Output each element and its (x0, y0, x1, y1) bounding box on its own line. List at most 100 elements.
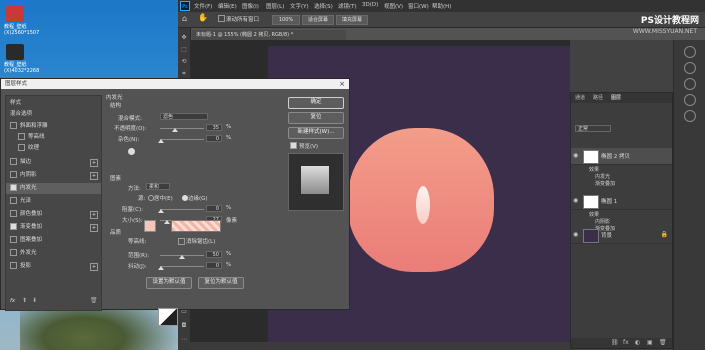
close-icon[interactable]: × (339, 79, 345, 89)
style-item-outer-glow[interactable]: 外发光 (6, 248, 101, 259)
move-up-icon[interactable]: ⬆ (22, 297, 27, 304)
blend-options-item[interactable]: 混合选项 (6, 109, 105, 120)
choke-field[interactable]: 0 (206, 205, 222, 212)
swatches-panel-icon[interactable] (684, 62, 696, 74)
size-slider-knob[interactable] (164, 220, 170, 224)
layer-row[interactable]: ◉ 椭圆 1 (571, 193, 672, 210)
layer-name[interactable]: 背景 (601, 231, 612, 239)
trash-icon[interactable]: 🗑 (659, 339, 667, 346)
styles-header[interactable]: 样式 (6, 98, 105, 109)
checkbox[interactable] (10, 122, 17, 129)
add-icon[interactable]: + (90, 159, 98, 167)
layer-row[interactable]: ◉ 背景 🔒 (571, 227, 672, 244)
checkbox[interactable] (18, 133, 25, 140)
hand-tool-icon[interactable]: ✋ (198, 13, 208, 22)
lasso-tool-icon[interactable]: ⟲ (180, 58, 188, 66)
style-item-pattern-overlay[interactable]: 图案叠加 (6, 235, 101, 246)
reset-default-button[interactable]: 复位为默认值 (198, 277, 244, 289)
fx-icon[interactable]: fx (623, 339, 629, 346)
opacity-slider-track[interactable] (160, 128, 204, 129)
move-down-icon[interactable]: ⬇ (32, 297, 37, 304)
link-layers-icon[interactable]: ⛓ (611, 339, 619, 346)
mask-icon[interactable]: ◐ (635, 339, 640, 346)
menu-file[interactable]: 文件(F) (194, 2, 212, 10)
choke-slider-track[interactable] (160, 209, 204, 210)
ok-button[interactable]: 确定 (288, 97, 344, 109)
fill-screen-button[interactable]: 填充屏幕 (336, 15, 368, 25)
style-item-gradient-overlay[interactable]: 渐变叠加 + (6, 222, 101, 233)
add-icon[interactable]: + (90, 263, 98, 271)
menu-view[interactable]: 视图(V) (384, 2, 403, 10)
checkbox[interactable] (10, 197, 17, 204)
layer-name[interactable]: 椭圆 1 (601, 197, 617, 205)
menu-edit[interactable]: 编辑(E) (218, 2, 237, 10)
range-slider-knob[interactable] (179, 255, 185, 259)
checkbox[interactable] (10, 210, 17, 217)
style-item-satin[interactable]: 光泽 (6, 196, 101, 207)
quick-mask-icon[interactable]: ◘ (180, 322, 188, 330)
opacity-slider-knob[interactable] (172, 128, 178, 132)
noise-slider-track[interactable] (160, 139, 204, 140)
reset-button[interactable]: 复位 (288, 112, 344, 124)
checkbox[interactable] (10, 171, 17, 178)
style-item-inner-glow[interactable]: 内发光 (6, 183, 101, 194)
style-item-stroke[interactable]: 描边 + (6, 157, 101, 168)
home-icon[interactable]: ⌂ (182, 14, 187, 23)
make-default-button[interactable]: 设置为默认值 (146, 277, 192, 289)
add-icon[interactable]: + (90, 224, 98, 232)
menu-3d[interactable]: 3D(D) (362, 2, 378, 8)
zoom-100-button[interactable]: 100% (272, 15, 300, 25)
layer-row[interactable]: ◉ 椭圆 2 拷贝 (571, 148, 672, 165)
effect-gradient-overlay[interactable]: 渐变叠加 (595, 180, 615, 187)
add-icon[interactable]: + (90, 172, 98, 180)
new-style-button[interactable]: 新建样式(W)... (288, 127, 344, 139)
menu-select[interactable]: 选择(S) (314, 2, 333, 10)
fit-screen-button[interactable]: 适合屏幕 (302, 15, 334, 25)
menu-help[interactable]: 帮助(H) (432, 2, 451, 10)
menu-type[interactable]: 文字(Y) (290, 2, 309, 10)
style-item-bevel[interactable]: 斜面和浮雕 (6, 121, 101, 132)
checkbox-checked[interactable] (10, 184, 17, 191)
effect-inner-glow[interactable]: 内发光 (595, 173, 610, 180)
desktop-file-icon[interactable]: 教程_壁纸 (X)4032*2268 (4, 44, 44, 74)
checkbox-checked[interactable] (10, 223, 17, 230)
style-item-inner-shadow[interactable]: 内阴影 + (6, 170, 101, 181)
move-tool-icon[interactable]: ✥ (180, 34, 188, 42)
more-tools-icon[interactable]: ⋯ (180, 336, 188, 344)
tab-paths[interactable]: 路径 (593, 94, 603, 101)
jitter-field[interactable]: 0 (206, 262, 222, 269)
glow-color-swatch[interactable] (144, 220, 156, 232)
visibility-eye-icon[interactable]: ◉ (573, 152, 578, 159)
visibility-eye-icon[interactable]: ◉ (573, 197, 578, 204)
range-field[interactable]: 50 (206, 251, 222, 258)
crop-tool-icon[interactable]: ⌗ (180, 70, 188, 78)
trash-icon[interactable]: 🗑 (90, 297, 98, 304)
style-item-drop-shadow[interactable]: 投影 + (6, 261, 101, 272)
checkbox[interactable] (10, 236, 17, 243)
dialog-title[interactable]: 图层样式 (1, 79, 349, 89)
color-radio[interactable] (128, 148, 135, 155)
scroll-all-checkbox[interactable] (218, 15, 225, 22)
blend-mode-select[interactable]: 正常 (575, 125, 611, 132)
antialias-checkbox[interactable] (178, 238, 185, 245)
checkbox[interactable] (18, 144, 25, 151)
checkbox[interactable] (10, 158, 17, 165)
menu-layer[interactable]: 图层(L) (266, 2, 284, 10)
preview-checkbox[interactable] (290, 142, 297, 149)
document-tab[interactable]: 未标题-1 @ 155% (椭圆 2 拷贝, RGB/8) * (192, 30, 346, 40)
menu-window[interactable]: 窗口(W) (408, 2, 429, 10)
tab-channels[interactable]: 通道 (575, 94, 585, 101)
new-layer-icon[interactable]: ▣ (647, 339, 653, 346)
desktop-file-icon[interactable]: 教程_壁纸 (X)2560*1507 (4, 6, 44, 36)
noise-field[interactable]: 0 (206, 135, 222, 142)
style-item-color-overlay[interactable]: 颜色叠加 + (6, 209, 101, 220)
fx-menu-icon[interactable]: fx (10, 298, 15, 304)
contour-picker[interactable] (158, 308, 178, 326)
opacity-field[interactable]: 35 (206, 124, 222, 131)
blend-mode-select[interactable]: 滤色 (160, 113, 208, 120)
menu-image[interactable]: 图像(I) (242, 2, 259, 10)
glow-gradient-picker[interactable] (171, 220, 221, 232)
style-item-contour[interactable]: 等高线 (6, 132, 109, 143)
add-icon[interactable]: + (90, 211, 98, 219)
leaf-drop-shape[interactable] (416, 186, 430, 224)
